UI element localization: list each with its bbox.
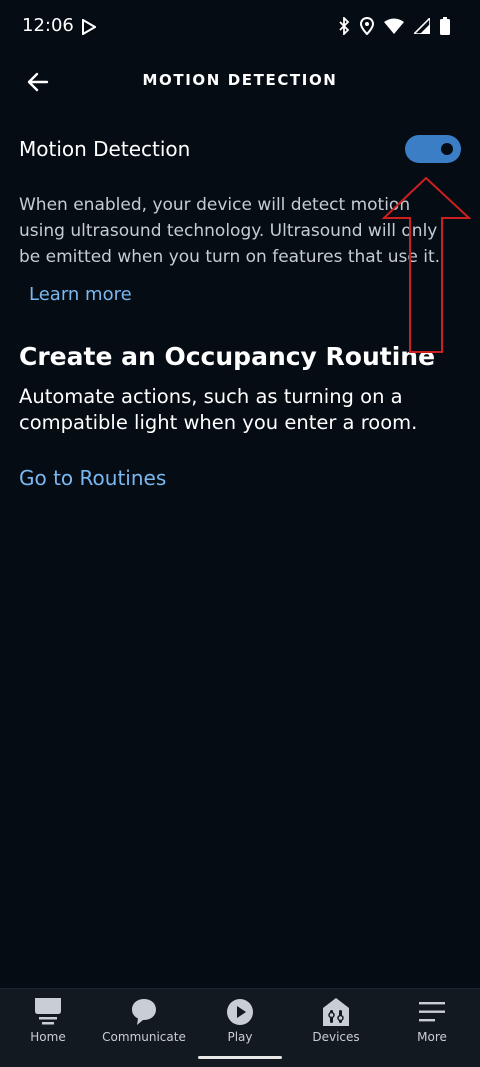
status-time: 12:06 bbox=[22, 15, 74, 36]
chat-bubble-icon bbox=[96, 997, 192, 1027]
location-icon bbox=[360, 17, 374, 35]
nav-label-more: More bbox=[417, 1030, 447, 1044]
gesture-bar[interactable] bbox=[198, 1056, 282, 1059]
routine-description: Automate actions, such as turning on a c… bbox=[19, 385, 418, 434]
setting-label: Motion Detection bbox=[19, 137, 191, 161]
toggle-knob bbox=[441, 143, 453, 155]
motion-detection-toggle[interactable] bbox=[405, 135, 461, 163]
go-to-routines-link[interactable]: Go to Routines bbox=[19, 466, 166, 490]
nav-label-home: Home bbox=[30, 1030, 66, 1044]
page-title: MOTION DETECTION bbox=[142, 71, 338, 89]
wifi-icon bbox=[384, 18, 404, 34]
app-header: MOTION DETECTION bbox=[0, 56, 480, 106]
nav-item-more[interactable]: More bbox=[384, 989, 480, 1067]
motion-detection-setting: Motion Detection bbox=[19, 130, 461, 170]
nav-item-devices[interactable]: Devices bbox=[288, 989, 384, 1067]
bluetooth-icon bbox=[338, 17, 350, 35]
routine-heading: Create an Occupancy Routine bbox=[19, 342, 436, 371]
nav-item-home[interactable]: Home bbox=[0, 989, 96, 1067]
nav-item-communicate[interactable]: Communicate bbox=[96, 989, 192, 1067]
nav-label-communicate: Communicate bbox=[102, 1030, 186, 1044]
signal-icon bbox=[414, 18, 430, 34]
menu-icon bbox=[384, 997, 480, 1027]
annotation-arrow bbox=[381, 176, 472, 353]
play-icon bbox=[192, 997, 288, 1027]
status-bar: 12:06 bbox=[0, 0, 480, 56]
learn-more-link[interactable]: Learn more bbox=[29, 284, 132, 305]
home-icon bbox=[0, 997, 96, 1027]
battery-icon bbox=[440, 17, 450, 35]
play-store-icon bbox=[82, 18, 97, 39]
nav-label-play: Play bbox=[227, 1030, 253, 1044]
devices-icon bbox=[288, 997, 384, 1027]
nav-label-devices: Devices bbox=[312, 1030, 360, 1044]
status-icons bbox=[338, 17, 450, 35]
